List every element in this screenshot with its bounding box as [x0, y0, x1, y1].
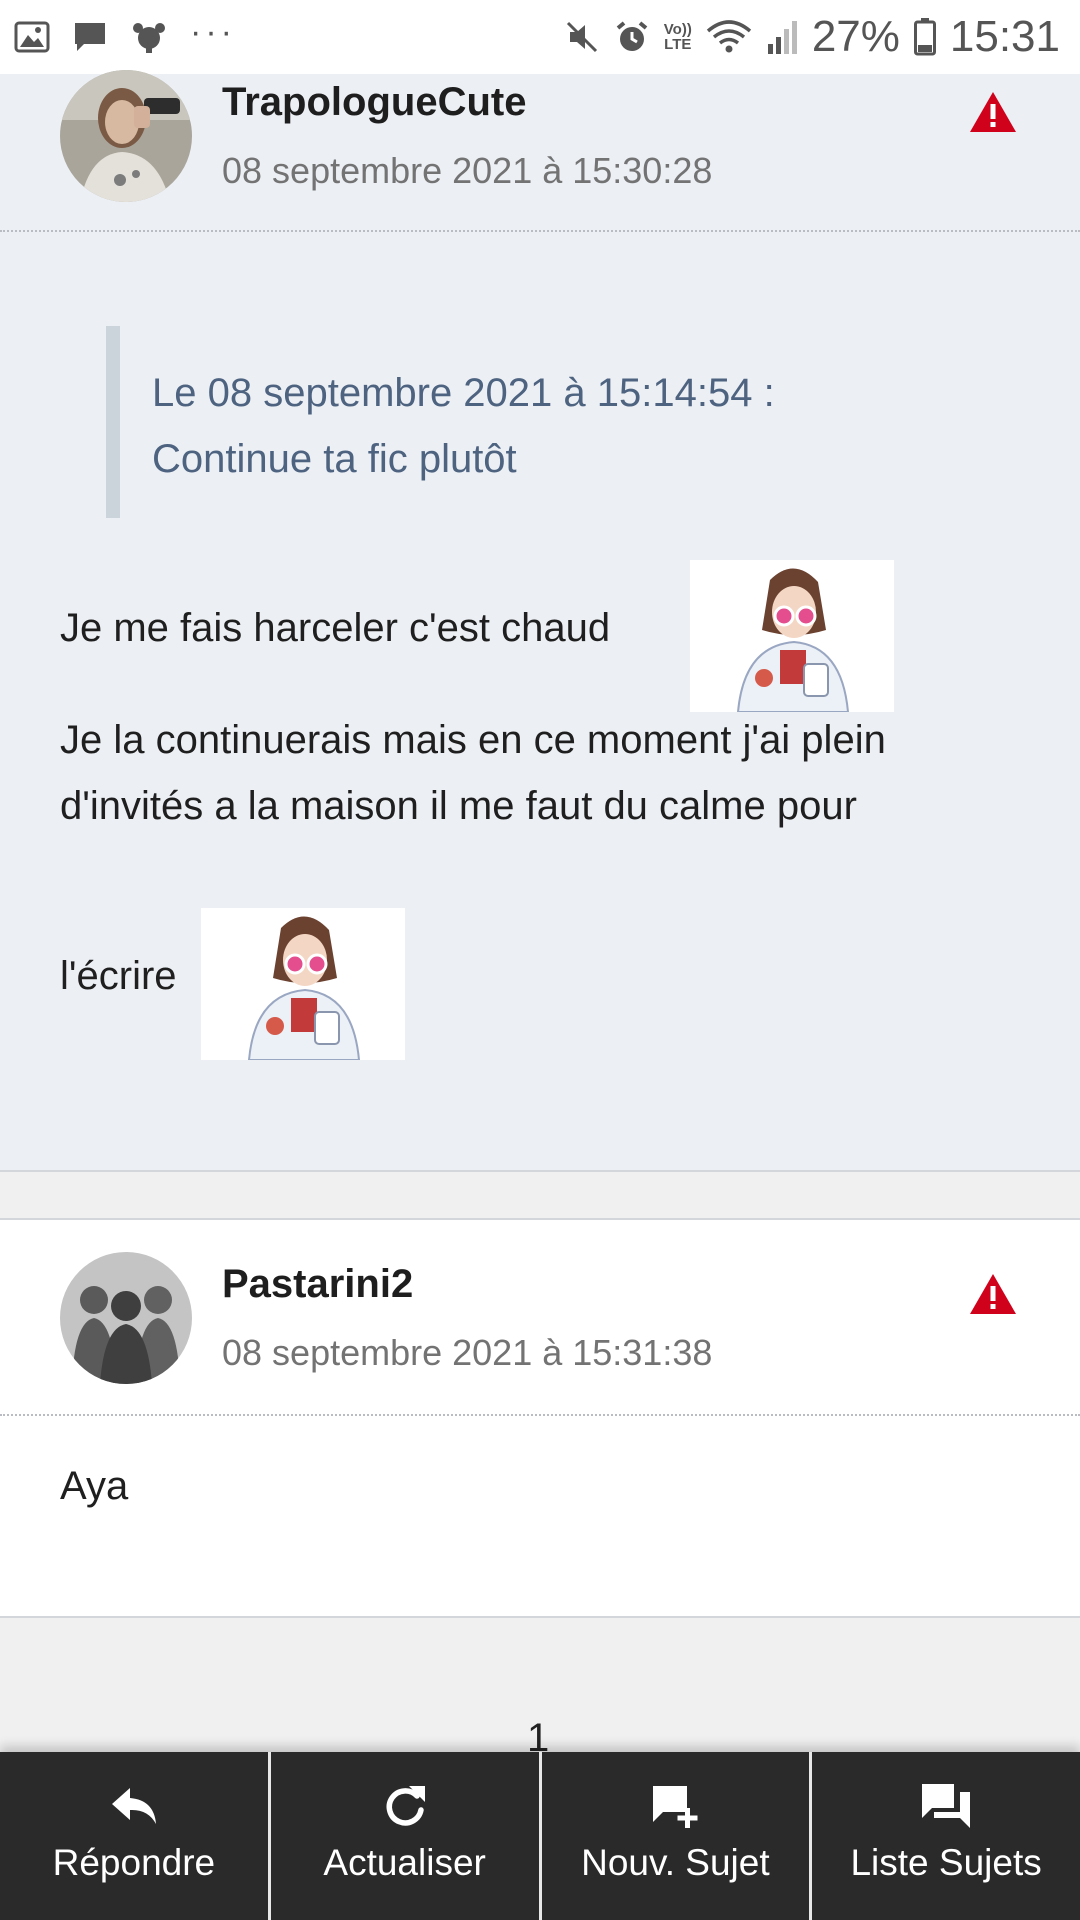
report-warning-icon[interactable]: [968, 1272, 1018, 1316]
wifi-icon: [706, 20, 751, 53]
new-topic-icon: [653, 1786, 698, 1828]
post-date[interactable]: 08 septembre 2021 à 15:30:28: [222, 150, 712, 192]
reply-button[interactable]: Répondre: [0, 1752, 268, 1920]
refresh-icon: [386, 1786, 425, 1826]
refresh-button[interactable]: Actualiser: [267, 1752, 539, 1920]
volte-indicator: Vo)) LTE: [663, 21, 692, 53]
app-notification-icon: [133, 23, 165, 53]
refresh-button-label: Actualiser: [323, 1842, 486, 1883]
mute-icon: [566, 21, 597, 53]
battery-percent: 27%: [811, 12, 900, 61]
post-author[interactable]: TrapologueCute: [222, 80, 526, 125]
battery-icon: [913, 18, 936, 56]
message-text-line: Je la continuerais mais en ce moment j'a…: [60, 718, 886, 762]
post-header: TrapologueCute 08 septembre 2021 à 15:30…: [0, 70, 1080, 232]
topic-list-button-label: Liste Sujets: [850, 1842, 1042, 1883]
new-topic-button-label: Nouv. Sujet: [581, 1842, 770, 1883]
quote-block: Le 08 septembre 2021 à 15:14:54 : Contin…: [106, 326, 926, 518]
sticker-image: [201, 908, 405, 1061]
clock: 15:31: [949, 12, 1060, 61]
topic-list-button[interactable]: Liste Sujets: [809, 1752, 1080, 1920]
reply-button-label: Répondre: [52, 1842, 216, 1883]
status-bar: ··· Vo)) LTE 27% 15:31: [0, 0, 1080, 74]
gallery-notification-icon: [14, 21, 50, 53]
message-text-line: Je me fais harceler c'est chaud: [60, 606, 611, 650]
status-bar-right: Vo)) LTE 27% 15:31: [550, 12, 1060, 62]
sticker-image: [690, 560, 894, 713]
report-warning-icon[interactable]: [968, 90, 1018, 134]
bottom-action-bar: Répondre Actualiser Nouv. Sujet Liste Su…: [0, 1752, 1080, 1920]
post-author[interactable]: Pastarini2: [222, 1262, 413, 1307]
topic-list-icon: [922, 1784, 971, 1828]
quote-text: Continue ta fic plutôt: [152, 437, 517, 481]
signal-icon: [767, 21, 797, 54]
avatar[interactable]: [60, 1252, 192, 1384]
quote-header: Le 08 septembre 2021 à 15:14:54 :: [152, 371, 775, 415]
forum-post: Pastarini2 08 septembre 2021 à 15:31:38 …: [0, 1218, 1080, 1618]
alarm-icon: [616, 21, 648, 51]
post-header: Pastarini2 08 septembre 2021 à 15:31:38: [0, 1220, 1080, 1416]
message-notification-icon: [75, 23, 105, 51]
message-text-line: l'écrire: [60, 954, 177, 998]
new-topic-button[interactable]: Nouv. Sujet: [538, 1752, 810, 1920]
message-text-line: d'invités a la maison il me faut du calm…: [60, 784, 857, 828]
forum-post: TrapologueCute 08 septembre 2021 à 15:30…: [0, 70, 1080, 1172]
more-notifications-indicator: ···: [190, 13, 236, 51]
message-text-line: Aya: [60, 1464, 129, 1508]
post-date[interactable]: 08 septembre 2021 à 15:31:38: [222, 1332, 712, 1374]
reply-icon: [111, 1788, 156, 1824]
avatar[interactable]: [60, 70, 192, 202]
status-bar-left: ···: [14, 15, 258, 54]
